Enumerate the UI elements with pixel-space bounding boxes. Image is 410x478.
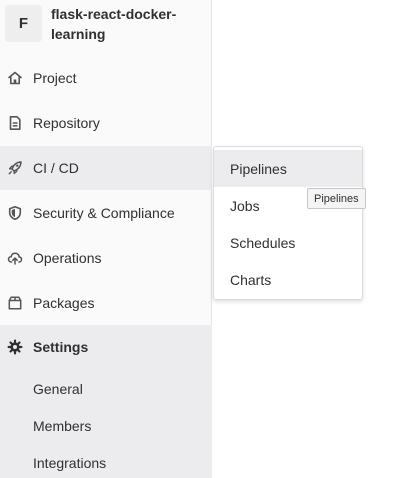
project-name[interactable]: flask-react-docker-learning [51,4,201,44]
sidebar-item-ci-cd[interactable]: CI / CD [0,146,212,190]
sidebar: F flask-react-docker-learning Project Re… [0,0,212,478]
flyout-item-schedules[interactable]: Schedules [214,224,362,261]
sidebar-item-label: Packages [33,295,95,311]
sidebar-subitem-label: General [33,381,83,397]
home-icon [7,70,23,86]
sidebar-item-repository[interactable]: Repository [0,101,212,145]
sidebar-subitem-integrations[interactable]: Integrations [0,444,212,478]
settings-section: Settings General Members Integrations [0,325,212,478]
sidebar-item-label: Settings [33,339,89,355]
sidebar-item-packages[interactable]: Packages [0,281,212,325]
document-icon [7,115,23,131]
tooltip: Pipelines [307,188,366,209]
flyout-item-label: Schedules [230,235,296,251]
sidebar-subitem-general[interactable]: General [0,370,212,407]
flyout-item-label: Jobs [230,198,260,214]
rocket-icon [7,160,23,176]
sidebar-item-label: Project [33,70,77,86]
project-header[interactable]: F flask-react-docker-learning [0,0,212,50]
sidebar-item-security-compliance[interactable]: Security & Compliance [0,191,212,235]
sidebar-subitem-members[interactable]: Members [0,407,212,444]
flyout-item-label: Charts [230,272,272,288]
sidebar-subitem-label: Integrations [33,455,107,471]
ci-cd-flyout-menu: Pipelines Jobs Schedules Charts [213,146,363,300]
cloud-upload-icon [7,250,23,266]
sidebar-subitem-label: Members [33,418,92,434]
sidebar-item-label: Security & Compliance [33,205,175,221]
sidebar-item-label: Operations [33,250,102,266]
sidebar-item-label: Repository [33,115,100,131]
sidebar-item-operations[interactable]: Operations [0,236,212,280]
sidebar-item-settings[interactable]: Settings [0,325,212,369]
shield-icon [7,205,23,221]
page: F flask-react-docker-learning Project Re… [0,0,410,478]
flyout-item-pipelines[interactable]: Pipelines [214,150,362,187]
project-avatar[interactable]: F [5,5,42,42]
gear-icon [7,339,23,355]
sidebar-item-label: CI / CD [33,160,79,176]
package-icon [7,295,23,311]
sidebar-item-project[interactable]: Project [0,56,212,100]
flyout-item-charts[interactable]: Charts [214,261,362,298]
flyout-item-label: Pipelines [230,161,287,177]
